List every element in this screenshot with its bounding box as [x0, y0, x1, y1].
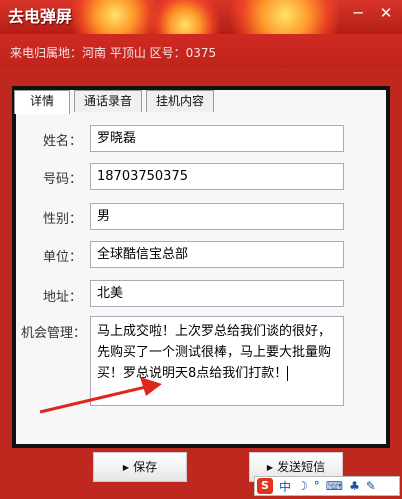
window-title: 去电弹屏: [8, 7, 73, 26]
opportunity-textarea[interactable]: 马上成交啦！上次罗总给我们谈的很好， 先购买了一个测试很棒，马上要大批量购 买！…: [90, 316, 344, 406]
opportunity-label: 机会管理：: [20, 326, 86, 341]
gender-label: 性别：: [42, 212, 82, 227]
tab-call-recordings[interactable]: 通话录音: [74, 90, 142, 112]
moon-icon[interactable]: ☽: [297, 479, 308, 493]
punctuation-icon[interactable]: °: [314, 479, 320, 493]
play-icon: ▶: [266, 462, 274, 472]
play-icon: ▶: [122, 462, 130, 472]
opportunity-text: 马上成交啦！上次罗总给我们谈的很好， 先购买了一个测试很棒，马上要大批量购 买！…: [97, 324, 332, 381]
save-button[interactable]: ▶ 保存: [93, 452, 187, 482]
number-field[interactable]: 18703750375: [90, 163, 344, 190]
tools-icon[interactable]: ✎: [366, 479, 376, 493]
number-label: 号码：: [42, 172, 82, 187]
caller-location-text: 来电归属地：河南 平顶山 区号：0375: [10, 46, 217, 60]
send-sms-button-label: 发送短信: [277, 460, 326, 474]
skin-icon[interactable]: ♣: [349, 479, 360, 493]
address-label: 地址：: [42, 290, 82, 305]
title-bar: 去电弹屏 ─ ✕: [0, 0, 402, 70]
tab-details[interactable]: 详情: [14, 90, 70, 114]
tab-hangup-content[interactable]: 挂机内容: [146, 90, 214, 112]
address-field[interactable]: 北美: [90, 280, 344, 307]
ime-mode-toggle[interactable]: 中: [279, 478, 291, 495]
close-button[interactable]: ✕: [374, 3, 398, 23]
name-field[interactable]: 罗晓磊: [90, 125, 344, 152]
company-label: 单位：: [42, 250, 82, 265]
name-label: 姓名：: [42, 134, 82, 149]
minimize-button[interactable]: ─: [346, 3, 370, 23]
keyboard-icon[interactable]: ⌨: [326, 479, 343, 493]
gender-field[interactable]: 男: [90, 203, 344, 230]
ime-toolbar: S 中 ☽ ° ⌨ ♣ ✎: [254, 476, 400, 496]
save-button-label: 保存: [133, 460, 158, 474]
sogou-logo-icon[interactable]: S: [257, 478, 273, 494]
text-cursor: [287, 366, 289, 381]
company-field[interactable]: 全球酷信宝总部: [90, 241, 344, 268]
caller-info-bar: 来电归属地：河南 平顶山 区号：0375: [0, 34, 402, 68]
